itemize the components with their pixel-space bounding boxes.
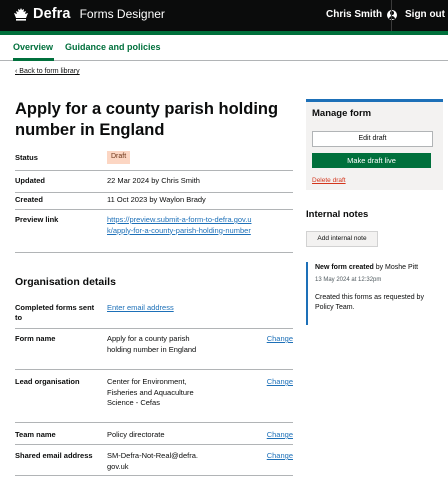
tab-guidance[interactable]: Guidance and policies xyxy=(65,42,161,52)
updated-value: 22 Mar 2024 by Chris Smith xyxy=(107,176,200,185)
brand-name: Defra xyxy=(33,6,71,22)
note-border xyxy=(306,262,308,325)
summary-row-status: Status Draft xyxy=(15,151,293,171)
change-lead-organisation-link[interactable]: Change xyxy=(267,377,293,386)
enter-email-link[interactable]: Enter email address xyxy=(107,303,257,314)
lead-organisation-label: Lead organisation xyxy=(15,377,80,386)
change-shared-email-link[interactable]: Change xyxy=(267,451,293,460)
note-heading: New form created by Moshe Pitt xyxy=(315,264,418,271)
status-badge: Draft xyxy=(107,151,131,164)
form-name-value: Apply for a county parish holding number… xyxy=(107,334,197,354)
lead-organisation-value: Center for Environment, Fisheries and Aq… xyxy=(107,377,194,407)
note-body: Created this forms as requested by Polic… xyxy=(315,294,424,311)
active-tab-indicator xyxy=(13,58,54,61)
user-name: Chris Smith xyxy=(326,9,383,20)
page-title: Apply for a county parish holding number… xyxy=(15,100,279,139)
back-link-label: Back to form library xyxy=(19,68,80,75)
summary-row-updated: Updated 22 Mar 2024 by Chris Smith xyxy=(15,171,293,193)
org-row-lead: Lead organisation Center for Environment… xyxy=(15,370,293,423)
completed-forms-label: Completed forms sent to xyxy=(15,303,95,322)
org-row-form-name: Form name Apply for a county parish hold… xyxy=(15,329,293,370)
updated-label: Updated xyxy=(15,176,45,185)
created-value: 11 Oct 2023 by Waylon Brady xyxy=(107,195,206,204)
make-draft-live-button[interactable]: Make draft live xyxy=(312,153,431,168)
defra-logo[interactable]: Defra Forms Designer xyxy=(13,6,165,22)
preview-link[interactable]: https://preview.submit-a-form-to-defra.g… xyxy=(107,215,257,236)
user-account[interactable]: Chris Smith xyxy=(326,9,398,20)
shared-email-label: Shared email address xyxy=(15,451,93,460)
shared-email-value: SM-Defra-Not-Real@defra.gov.uk xyxy=(107,451,198,471)
note-date: 13 May 2024 at 12:32pm xyxy=(315,277,382,283)
form-name-label: Form name xyxy=(15,334,56,343)
sub-navigation: Overview Guidance and policies xyxy=(0,35,448,61)
status-label: Status xyxy=(15,153,38,162)
delete-draft-link[interactable]: Delete draft xyxy=(312,177,346,184)
product-name: Forms Designer xyxy=(79,7,165,21)
team-name-value: Policy directorate xyxy=(107,430,165,439)
change-form-name-link[interactable]: Change xyxy=(267,334,293,343)
summary-row-preview: Preview link https://preview.submit-a-fo… xyxy=(15,210,293,253)
add-internal-note-button[interactable]: Add internal note xyxy=(306,231,378,247)
back-link[interactable]: ‹ Back to form library xyxy=(15,68,80,75)
org-row-completed: Completed forms sent to Enter email addr… xyxy=(15,299,293,329)
organisation-heading: Organisation details xyxy=(15,276,116,288)
manage-form-heading: Manage form xyxy=(312,108,372,119)
summary-row-created: Created 11 Oct 2023 by Waylon Brady xyxy=(15,193,293,210)
note-title: New form created xyxy=(315,264,374,271)
site-header: Defra Forms Designer Chris Smith Sign ou… xyxy=(0,0,448,31)
sign-out-link[interactable]: Sign out xyxy=(405,9,445,20)
note-author: by Moshe Pitt xyxy=(375,264,419,271)
change-team-name-link[interactable]: Change xyxy=(267,430,293,439)
user-icon xyxy=(387,9,398,20)
preview-label: Preview link xyxy=(15,215,59,224)
manage-form-panel: Manage form Edit draft Make draft live D… xyxy=(306,99,443,190)
created-label: Created xyxy=(15,195,43,204)
org-row-team: Team name Policy directorate Change xyxy=(15,423,293,445)
tab-overview[interactable]: Overview xyxy=(13,42,53,52)
internal-notes-heading: Internal notes xyxy=(306,209,369,220)
team-name-label: Team name xyxy=(15,430,56,439)
org-row-email: Shared email address SM-Defra-Not-Real@d… xyxy=(15,445,293,476)
header-divider xyxy=(391,0,392,31)
crown-icon xyxy=(14,8,28,21)
edit-draft-button[interactable]: Edit draft xyxy=(312,131,433,147)
